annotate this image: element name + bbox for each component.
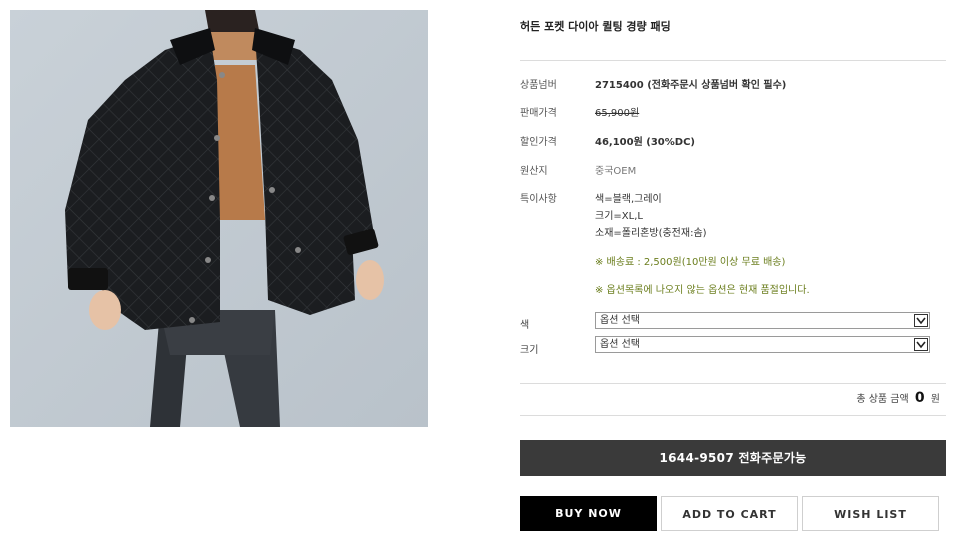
origin-value: 중국OEM — [595, 166, 637, 177]
wish-list-button[interactable]: WISH LIST — [802, 496, 939, 531]
origin-row: 원산지 중국OEM — [520, 162, 946, 177]
chevron-down-icon[interactable] — [914, 314, 928, 327]
original-price: 65,900원 — [595, 108, 640, 119]
divider — [520, 415, 946, 416]
product-title: 허든 포켓 다이아 퀼팅 경량 패딩 — [520, 20, 671, 33]
product-code-value: 2715400 (전화주문시 상품넘버 확인 필수) — [595, 80, 787, 91]
product-code-label: 상품넘버 — [520, 80, 557, 91]
color-select[interactable]: 옵션 선택 — [595, 312, 930, 329]
product-info-panel: 허든 포켓 다이아 퀼팅 경량 패딩 상품넘버 2715400 (전화주문시 상… — [520, 0, 946, 556]
special-note-material: 소재=폴리혼방(충전재:솜) — [595, 228, 707, 239]
divider — [520, 383, 946, 384]
price-row: 판매가격 65,900원 — [520, 104, 946, 119]
special-notes-label: 특이사항 — [520, 194, 557, 205]
total-price-label: 총 상품 금액 — [856, 394, 909, 405]
option-notice: ※ 옵션목록에 나오지 않는 옵션은 현재 품절입니다. — [595, 285, 810, 296]
origin-label: 원산지 — [520, 166, 548, 177]
divider — [520, 60, 946, 61]
total-price-amount: 0 — [914, 390, 925, 406]
total-price-unit: 원 — [930, 394, 940, 405]
chevron-down-icon[interactable] — [914, 338, 928, 351]
product-code-row: 상품넘버 2715400 (전화주문시 상품넘버 확인 필수) — [520, 76, 946, 91]
size-select-value: 옵션 선택 — [600, 339, 640, 350]
special-notes-row: 특이사항 색=블랙,그레이 크기=XL,L 소재=폴리혼방(충전재:솜) — [520, 190, 946, 240]
size-option-label: 크기 — [520, 345, 539, 356]
special-note-size: 크기=XL,L — [595, 211, 643, 222]
product-photo — [10, 10, 428, 427]
sale-price-value: 46,100원 (30%DC) — [595, 137, 695, 148]
sale-price-label: 할인가격 — [520, 137, 557, 148]
add-to-cart-button[interactable]: ADD TO CART — [661, 496, 798, 531]
special-note-color: 색=블랙,그레이 — [595, 194, 662, 205]
shipping-notice: ※ 배송료 : 2,500원(10만원 이상 무료 배송) — [595, 257, 786, 268]
total-price: 총 상품 금액 0 원 — [856, 390, 940, 406]
sale-price-row: 할인가격 46,100원 (30%DC) — [520, 133, 946, 148]
color-option-label: 색 — [520, 320, 530, 331]
phone-order-button[interactable]: 1644-9507 전화주문가능 — [520, 440, 946, 476]
product-image — [10, 10, 428, 427]
price-label: 판매가격 — [520, 108, 557, 119]
color-select-value: 옵션 선택 — [600, 315, 640, 326]
size-select[interactable]: 옵션 선택 — [595, 336, 930, 353]
buy-now-button[interactable]: BUY NOW — [520, 496, 657, 531]
